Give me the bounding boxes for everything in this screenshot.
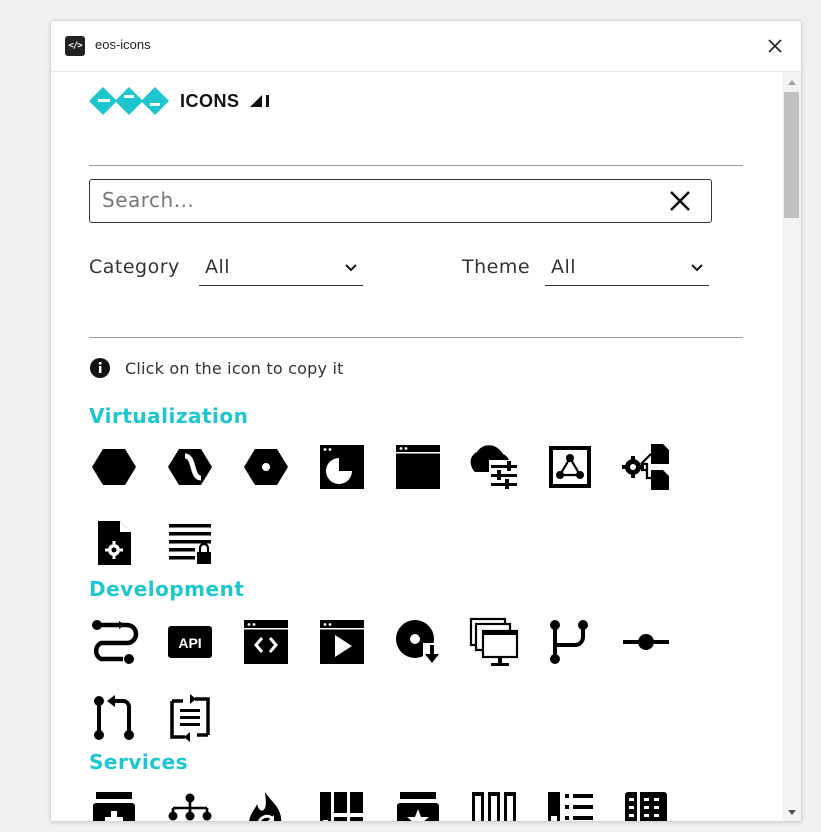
medical-box-icon[interactable] [89,790,139,821]
category-value: All [205,256,231,278]
icon-grid-virtualization [89,442,699,572]
section-title-services: Services [89,750,189,774]
pull-request-icon[interactable] [89,693,139,743]
section-title-virtualization: Virtualization [89,404,249,428]
compare-icon[interactable] [165,693,215,743]
chevron-down-icon [691,264,703,272]
info-icon [90,358,110,378]
play-window-icon[interactable] [317,617,367,667]
fire-sync-icon[interactable] [241,790,291,821]
close-icon [670,191,690,211]
settings-files-icon[interactable] [621,442,671,492]
cloud-settings-icon[interactable] [469,442,519,492]
code-window-icon[interactable] [241,617,291,667]
ai-badge-icon [249,95,269,107]
network-node-icon[interactable] [545,442,595,492]
api-icon[interactable]: API [165,617,215,667]
scroll-thumb[interactable] [784,92,799,218]
application-window-icon[interactable] [393,442,443,492]
eos-logo-mark-icon [89,87,169,115]
theme-label: Theme [462,256,531,278]
text-lock-icon[interactable] [165,518,215,568]
chevron-down-icon [345,264,357,272]
logo-text: ICONS [180,90,240,111]
info-hint: Click on the icon to copy it [89,355,344,381]
book-rack-icon[interactable] [621,790,671,821]
category-select[interactable]: All [199,253,363,286]
file-settings-icon[interactable] [89,518,139,568]
icon-grid-development: API [89,617,699,747]
code-app-icon: </> [65,36,85,56]
vertical-scrollbar[interactable] [782,72,801,821]
divider [89,165,743,166]
disk-download-icon[interactable] [393,617,443,667]
window-title: eos-icons [95,37,151,52]
hexagon-split-icon[interactable] [165,442,215,492]
hexagon-dot-icon[interactable] [241,442,291,492]
app-window: </> eos-icons ICONS Search... Category A… [50,20,802,822]
hierarchy-icon[interactable] [165,790,215,821]
storage-list-icon[interactable] [545,790,595,821]
branch-icon[interactable] [545,617,595,667]
close-window-button[interactable] [765,36,785,56]
scroll-up-arrow-icon[interactable] [788,80,796,85]
section-title-development: Development [89,577,245,601]
theme-value: All [551,256,577,278]
desktop-stack-icon[interactable] [469,617,519,667]
divider [89,337,743,338]
close-icon [768,39,782,53]
eos-logo: ICONS [89,86,273,116]
disk-array-icon[interactable] [469,790,519,821]
scroll-down-arrow-icon[interactable] [788,810,796,815]
info-text: Click on the icon to copy it [125,358,344,378]
route-icon[interactable] [89,617,139,667]
clear-search-button[interactable] [667,188,693,214]
star-box-icon[interactable] [393,790,443,821]
svg-text:API: API [178,635,201,651]
window-chart-icon[interactable] [317,442,367,492]
title-bar: </> eos-icons [51,21,801,72]
main-content: ICONS Category All Theme All [51,72,782,821]
icon-grid-services [89,790,699,821]
hexagon-icon[interactable] [89,442,139,492]
storage-columns-icon[interactable] [317,790,367,821]
search-input[interactable] [102,188,642,212]
commit-icon[interactable] [621,617,671,667]
theme-select[interactable]: All [545,253,709,286]
search-box [89,179,712,223]
category-label: Category [89,256,180,278]
